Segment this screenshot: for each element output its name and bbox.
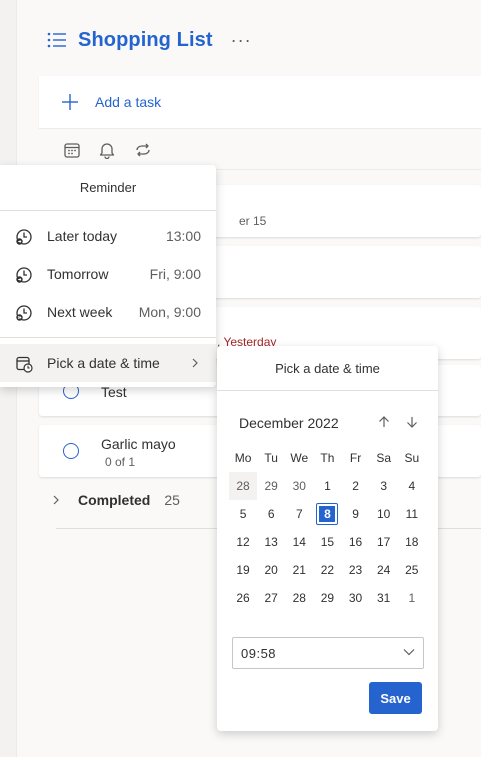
calendar-day[interactable]: 7 xyxy=(285,500,313,528)
calendar-day[interactable]: 10 xyxy=(370,500,398,528)
calendar-week-row: 19 20 21 22 23 24 25 xyxy=(229,556,426,584)
add-task-bar[interactable]: Add a task xyxy=(39,76,481,129)
calendar-clock-icon xyxy=(16,356,33,373)
completed-section-toggle[interactable]: Completed 25 xyxy=(50,492,180,508)
weekday-label: Tu xyxy=(264,451,278,465)
calendar-day[interactable]: 13 xyxy=(257,528,285,556)
calendar-day[interactable]: 27 xyxy=(257,584,285,612)
date-time-picker: Pick a date & time December 2022 Mo Tu W… xyxy=(217,346,438,731)
arrow-up-icon[interactable] xyxy=(377,415,391,429)
pick-date-time-label: Pick a date & time xyxy=(47,355,160,371)
weekday-header-row: Mo Tu We Th Fr Sa Su xyxy=(229,444,426,472)
calendar-month-label: December 2022 xyxy=(239,415,339,431)
calendar-week-row: 26 27 28 29 30 31 1 xyxy=(229,584,426,612)
more-options-button[interactable]: ··· xyxy=(231,30,252,51)
save-button[interactable]: Save xyxy=(369,682,422,714)
calendar-day[interactable]: 15 xyxy=(313,528,341,556)
calendar-day[interactable]: 31 xyxy=(370,584,398,612)
clock-arrow-icon xyxy=(16,229,32,245)
calendar-day[interactable]: 4 xyxy=(398,472,426,500)
calendar-day[interactable]: 18 xyxy=(398,528,426,556)
calendar-day[interactable]: 1 xyxy=(313,472,341,500)
weekday-label: Th xyxy=(320,451,335,465)
calendar-icon[interactable] xyxy=(63,141,81,159)
calendar-day[interactable]: 6 xyxy=(257,500,285,528)
page-title: Shopping List xyxy=(78,28,213,51)
reminder-menu-title: Reminder xyxy=(0,165,216,211)
calendar-day[interactable]: 11 xyxy=(398,500,426,528)
selected-day-number: 8 xyxy=(316,503,339,525)
calendar-day[interactable]: 17 xyxy=(370,528,398,556)
chevron-right-icon xyxy=(53,495,59,505)
calendar-day[interactable]: 16 xyxy=(342,528,370,556)
calendar-day-selected[interactable]: 8 xyxy=(313,500,341,528)
calendar-day[interactable]: 28 xyxy=(229,472,258,500)
reminder-option-label: Tomorrow xyxy=(47,266,109,282)
calendar-day[interactable]: 2 xyxy=(342,472,370,500)
add-task-label: Add a task xyxy=(95,94,162,110)
task-steps-count: 0 of 1 xyxy=(105,455,136,469)
calendar-day[interactable]: 21 xyxy=(285,556,313,584)
calendar-day[interactable]: 29 xyxy=(257,472,285,500)
chevron-down-icon xyxy=(403,649,415,656)
reminder-option-label: Later today xyxy=(47,228,118,244)
reminder-later-today[interactable]: Later today 13:00 xyxy=(0,217,216,255)
reminder-option-label: Next week xyxy=(47,304,113,320)
reminder-option-time: 13:00 xyxy=(165,228,201,244)
calendar-day[interactable]: 12 xyxy=(229,528,257,556)
reminder-tomorrow[interactable]: Tomorrow Fri, 9:00 xyxy=(0,255,216,293)
reminder-next-week[interactable]: Next week Mon, 9:00 xyxy=(0,293,216,331)
calendar-day[interactable]: 26 xyxy=(229,584,257,612)
calendar-week-row: 28 29 30 1 2 3 4 xyxy=(229,472,426,500)
plus-icon xyxy=(62,94,78,110)
calendar-day[interactable]: 14 xyxy=(285,528,313,556)
calendar-day[interactable]: 1 xyxy=(398,584,426,612)
reminder-option-time: Fri, 9:00 xyxy=(149,266,201,282)
weekday-label: We xyxy=(290,451,309,465)
time-value: 09:58 xyxy=(241,645,277,661)
calendar-day[interactable]: 19 xyxy=(229,556,257,584)
reminder-menu: Reminder Later today 13:00 Tomorrow Fri,… xyxy=(0,165,216,387)
task-due-text: er 15 xyxy=(239,214,267,228)
menu-divider xyxy=(0,337,216,338)
complete-task-checkbox[interactable] xyxy=(63,443,79,459)
repeat-icon[interactable] xyxy=(134,141,152,159)
pick-date-time-option[interactable]: Pick a date & time xyxy=(0,344,216,382)
weekday-label: Mo xyxy=(234,451,252,465)
completed-label: Completed xyxy=(78,492,151,508)
calendar-day[interactable]: 3 xyxy=(370,472,398,500)
list-icon xyxy=(47,32,66,48)
calendar-day[interactable]: 25 xyxy=(398,556,426,584)
calendar-day[interactable]: 20 xyxy=(257,556,285,584)
time-select[interactable]: 09:58 xyxy=(232,637,424,669)
calendar-day[interactable]: 30 xyxy=(342,584,370,612)
completed-count: 25 xyxy=(164,492,180,508)
calendar-day[interactable]: 9 xyxy=(342,500,370,528)
calendar-day[interactable]: 5 xyxy=(229,500,257,528)
calendar-week-row: 5 6 7 8 9 10 11 xyxy=(229,500,426,528)
picker-title: Pick a date & time xyxy=(217,346,438,391)
calendar-day[interactable]: 30 xyxy=(285,472,313,500)
calendar-grid: Mo Tu We Th Fr Sa Su 28 29 30 1 2 3 4 5 … xyxy=(229,444,426,612)
bell-icon[interactable] xyxy=(98,141,116,159)
weekday-label: Sa xyxy=(376,451,392,465)
calendar-week-row: 12 13 14 15 16 17 18 xyxy=(229,528,426,556)
calendar-day[interactable]: 29 xyxy=(313,584,341,612)
calendar-day[interactable]: 24 xyxy=(370,556,398,584)
add-task-toolbar xyxy=(39,129,481,170)
calendar-day[interactable]: 22 xyxy=(313,556,341,584)
calendar-day[interactable]: 23 xyxy=(342,556,370,584)
weekday-label: Su xyxy=(404,451,420,465)
clock-arrow-icon xyxy=(16,267,32,283)
clock-double-arrow-icon xyxy=(16,305,32,321)
task-title: Garlic mayo xyxy=(101,436,176,452)
chevron-right-icon xyxy=(192,358,198,368)
calendar-day[interactable]: 28 xyxy=(285,584,313,612)
weekday-label: Fr xyxy=(349,451,362,465)
list-header: Shopping List ··· xyxy=(46,24,252,56)
arrow-down-icon[interactable] xyxy=(405,415,419,429)
reminder-option-time: Mon, 9:00 xyxy=(138,304,201,320)
